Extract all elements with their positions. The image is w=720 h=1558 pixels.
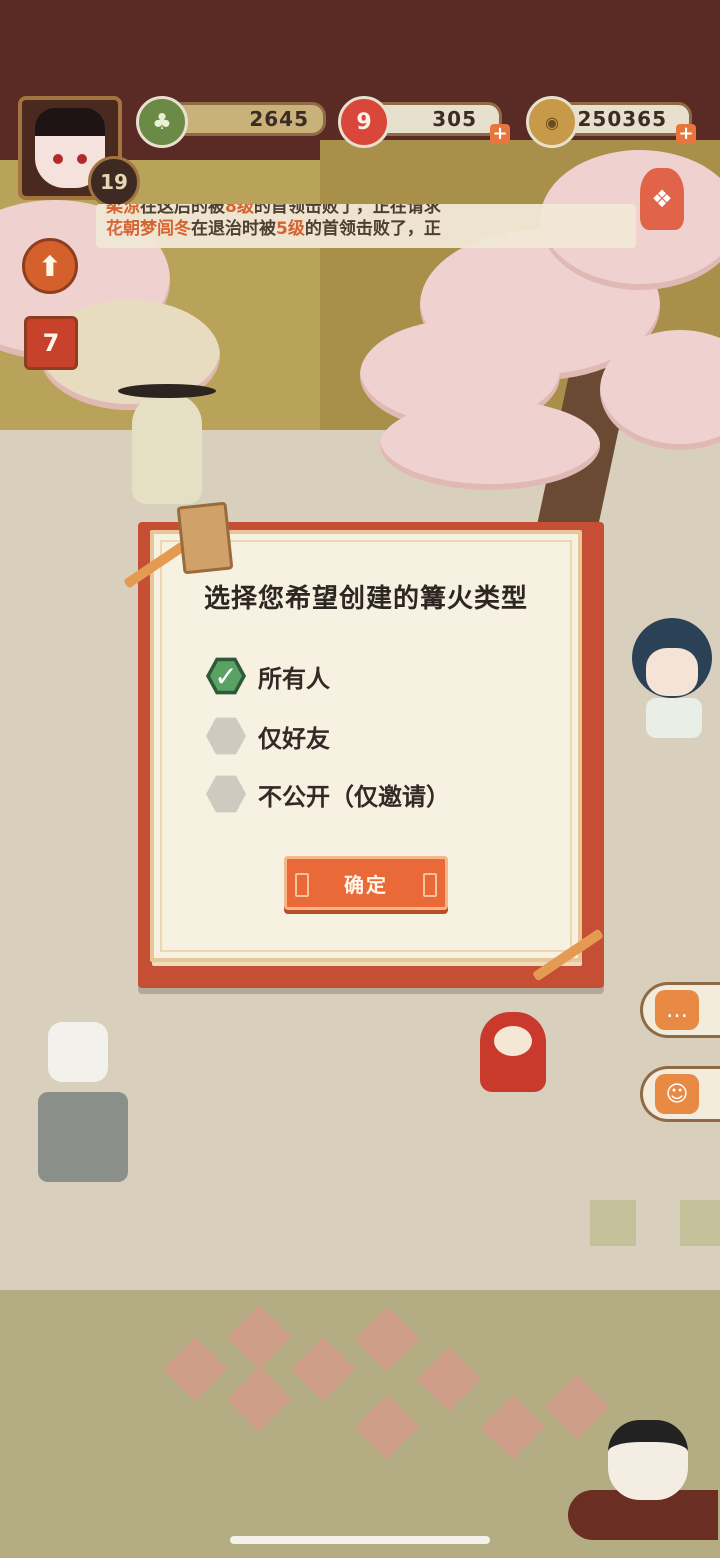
floor-tile <box>590 1200 636 1246</box>
add-coin-button[interactable]: + <box>676 124 696 144</box>
fire-icon: 9 <box>338 96 390 148</box>
radio-unchecked-icon <box>206 717 246 755</box>
ticker-level: 8级 <box>225 204 254 217</box>
player-level-badge: 19 <box>88 156 140 208</box>
option-label: 不公开（仅邀请） <box>258 782 450 811</box>
option-private-invite-only[interactable]: 不公开（仅邀请） <box>206 772 450 816</box>
check-icon: ✓ <box>214 659 238 693</box>
add-fire-button[interactable]: + <box>490 124 510 144</box>
npc-face <box>646 648 698 696</box>
ticker-player-name: 柔涼 <box>106 204 140 217</box>
pine-icon: ♣ <box>136 96 188 148</box>
option-label: 仅好友 <box>258 724 330 753</box>
ticker-line: 花朝梦闾冬在退治时被5级的首领击败了，正 <box>106 218 626 240</box>
lantern-character[interactable] <box>118 384 216 504</box>
floor-tile <box>680 1200 720 1246</box>
coin-icon: ◉ <box>526 96 578 148</box>
option-everyone[interactable]: ✓ 所有人 <box>206 654 330 698</box>
up-arrow-icon[interactable]: ⬆ <box>22 238 78 294</box>
ticker-text: 在这后的被 <box>140 204 225 217</box>
daruma-character[interactable] <box>480 1012 546 1092</box>
fish-lantern-icon[interactable]: ❖ <box>640 168 684 230</box>
chat-button[interactable]: … <box>640 982 720 1038</box>
ticker-line: 柔涼在这后的被8级的首领击败了，正在请求 <box>106 204 626 218</box>
fox-mask <box>48 1022 108 1082</box>
chat-icon: … <box>655 990 699 1030</box>
ticker-text: 在退治时被 <box>191 219 276 239</box>
character-body <box>38 1092 128 1182</box>
npc-girl-character[interactable] <box>632 618 720 738</box>
ticker-text: 的首领击败了，正 <box>304 219 441 239</box>
dialog-tag-icon <box>176 501 234 575</box>
friends-icon: ☺ <box>655 1074 699 1114</box>
calendar-icon[interactable]: 7 <box>24 316 78 370</box>
ticker-text: 的首领击败了，正在请求 <box>253 204 441 217</box>
dialog-title: 选择您希望创建的篝火类型 <box>203 584 528 614</box>
option-friends-only[interactable]: 仅好友 <box>206 714 330 758</box>
blossom-cloud <box>380 400 600 490</box>
radio-unchecked-icon <box>206 775 246 813</box>
confirm-button[interactable]: 确定 <box>284 856 448 910</box>
radio-checked-icon: ✓ <box>206 657 246 695</box>
npc-dress <box>646 698 702 738</box>
avatar-head <box>608 1420 688 1500</box>
calendar-day: 7 <box>42 329 60 357</box>
fox-mask-character[interactable] <box>18 1022 128 1182</box>
ticker-player-name: 花朝梦闾冬 <box>106 219 191 239</box>
home-indicator[interactable] <box>230 1536 490 1544</box>
broadcast-ticker: 柔涼在这后的被8级的首领击败了，正在请求 花朝梦闾冬在退治时被5级的首领击败了，… <box>96 204 636 248</box>
ticker-level: 5级 <box>276 219 305 239</box>
option-label: 所有人 <box>258 664 330 693</box>
friends-button[interactable]: ☺ <box>640 1066 720 1122</box>
player-shortcut-avatar[interactable] <box>568 1410 718 1540</box>
